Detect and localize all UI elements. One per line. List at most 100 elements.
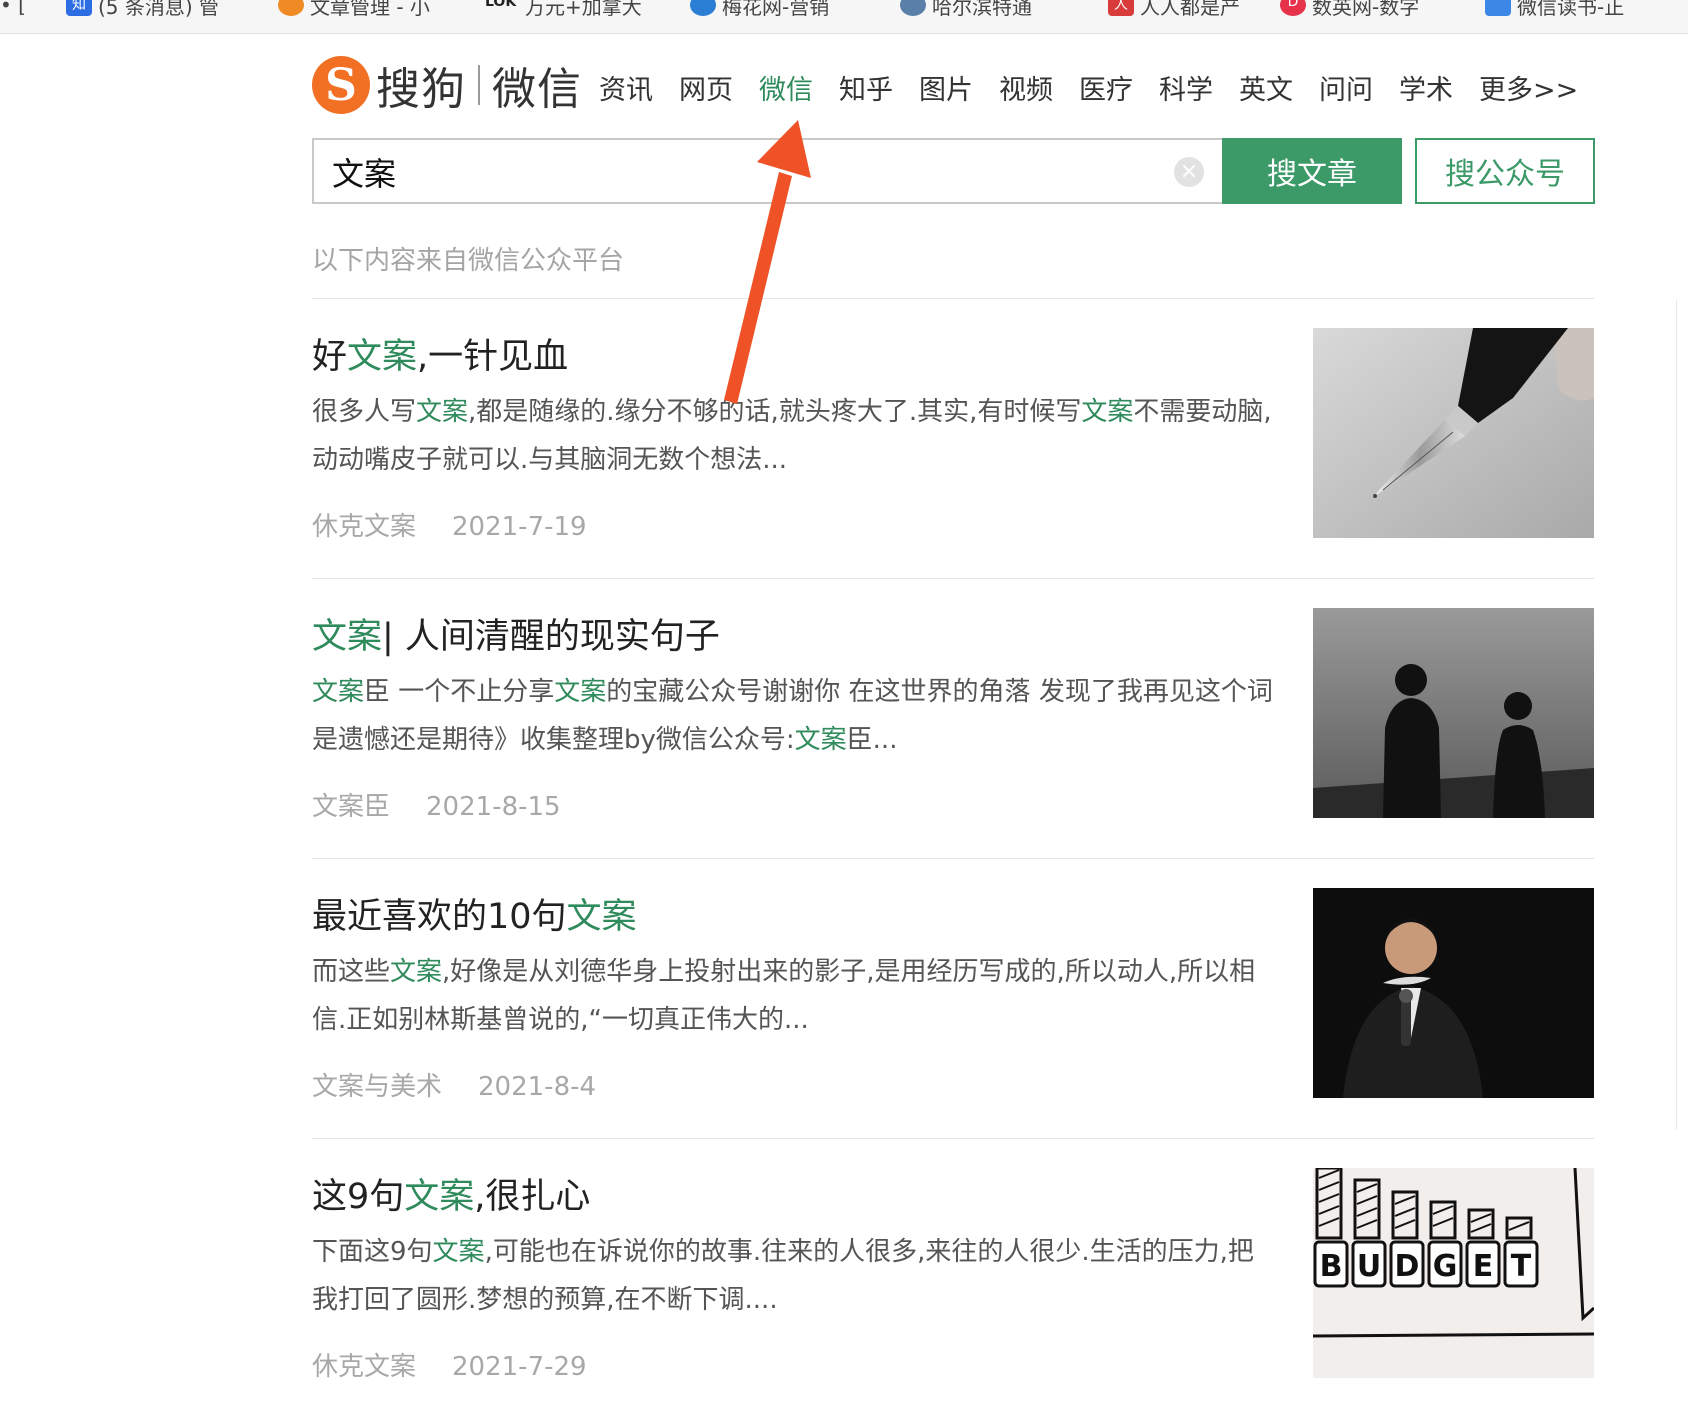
result-date: 2021-7-19	[452, 512, 587, 542]
result-date: 2021-8-15	[426, 792, 561, 822]
result-item: 这9句文案,很扎心 下面这9句文案,可能也在诉说你的故事.往来的人很多,来往的人…	[312, 1138, 1594, 1418]
result-thumbnail-man[interactable]	[1313, 888, 1594, 1098]
keyword-highlight: 文案	[432, 1237, 485, 1267]
result-source[interactable]: 休克文案	[312, 1352, 416, 1382]
keyword-highlight: 文案	[554, 677, 607, 707]
result-title[interactable]: 好文案,一针见血	[312, 328, 568, 379]
keyword-highlight: 文案	[347, 337, 418, 377]
weread-icon	[1485, 0, 1511, 16]
result-date: 2021-8-4	[478, 1072, 597, 1102]
nav-tupian[interactable]: 图片	[919, 68, 973, 107]
text-segment: | 人间清醒的现实句子	[382, 617, 720, 657]
logo-weixin-text: 微信	[492, 64, 582, 115]
meihua-icon	[690, 0, 716, 16]
budget-letter: D	[1395, 1249, 1420, 1284]
wordpress-icon	[900, 0, 926, 16]
nav-zhihu[interactable]: 知乎	[839, 68, 893, 107]
budget-letter: T	[1511, 1249, 1532, 1284]
bookmark-item[interactable]: LOK 万元+加拿大	[485, 0, 642, 20]
result-source[interactable]: 文案与美术	[312, 1072, 442, 1102]
result-meta: 文案臣 2021-8-15	[312, 786, 561, 823]
sogou-logo-icon: S	[312, 56, 370, 114]
bookmark-icon	[278, 0, 304, 16]
result-meta: 休克文案 2021-7-19	[312, 506, 587, 543]
silhouettes-sea-image	[1313, 608, 1594, 818]
nav-shipin[interactable]: 视频	[999, 68, 1053, 107]
text-segment: 下面这9句	[312, 1237, 433, 1267]
logo-sogou-text: 搜狗	[376, 64, 466, 115]
result-thumbnail-budget[interactable]: B U D G E T	[1313, 1168, 1594, 1378]
nav-kexue[interactable]: 科学	[1159, 68, 1213, 107]
bookmark-item[interactable]: 梅花网-营销	[690, 0, 829, 20]
text-segment: 好	[312, 337, 348, 377]
scrollbar-track[interactable]	[1676, 300, 1677, 1130]
nav-yiliao[interactable]: 医疗	[1079, 68, 1133, 107]
source-note: 以下内容来自微信公众平台	[312, 246, 625, 276]
result-snippet: 文案臣 一个不止分享文案的宝藏公众号谢谢你 在这世界的角落 发现了我再见这个词是…	[312, 668, 1277, 764]
budget-letter: B	[1320, 1249, 1343, 1284]
budget-sketch-image: B U D G E T	[1313, 1168, 1594, 1378]
result-date: 2021-7-29	[452, 1352, 587, 1382]
bookmarks-bar: • [ 知 (5 条消息) 管 文章管理 - 小 LOK 万元+加拿大 梅花网-营销…	[0, 0, 1688, 34]
budget-letter: U	[1357, 1249, 1381, 1284]
result-thumbnail-fountain-pen[interactable]	[1313, 328, 1594, 538]
keyword-highlight: 文案	[1081, 397, 1134, 427]
text-segment: ,一针见血	[417, 337, 569, 377]
keyword-highlight: 文案	[390, 957, 443, 987]
result-source[interactable]: 休克文案	[312, 512, 416, 542]
keyword-highlight: 文案	[312, 617, 383, 657]
nav-wangye[interactable]: 网页	[679, 68, 733, 107]
keyword-highlight: 文案	[566, 897, 637, 937]
text-segment: 臣 一个不止分享	[364, 677, 555, 707]
nav-zixun[interactable]: 资讯	[599, 68, 653, 107]
bookmark-item[interactable]: 微信读书-正	[1485, 0, 1624, 20]
result-title[interactable]: 文案| 人间清醒的现实句子	[312, 608, 720, 659]
text-segment: 最近喜欢的10句	[312, 897, 567, 937]
result-item: 好文案,一针见血 很多人写文案,都是随缘的.缘分不够的话,就头疼大了.其实,有时…	[312, 298, 1594, 579]
search-accounts-button[interactable]: 搜公众号	[1415, 138, 1595, 204]
clear-search-icon[interactable]: ×	[1174, 157, 1204, 187]
result-meta: 文案与美术 2021-8-4	[312, 1066, 596, 1103]
text-segment: 而这些	[312, 957, 391, 987]
nav-wenwen[interactable]: 问问	[1319, 68, 1373, 107]
search-input[interactable]	[330, 146, 1154, 198]
search-articles-button[interactable]: 搜文章	[1222, 138, 1402, 204]
search-box	[312, 138, 1222, 204]
text-segment: ,好像是从刘德华身上投射出来的影子,是用经历写成的,所以动人,所以相信.正如别林…	[312, 957, 1256, 1035]
bookmark-item[interactable]: 知 (5 条消息) 管	[66, 0, 219, 20]
bookmark-item[interactable]: 文章管理 - 小	[278, 0, 430, 20]
bookmark-item[interactable]: D 数英网-数字	[1280, 0, 1419, 20]
budget-letter: E	[1473, 1249, 1494, 1284]
bookmark-item[interactable]: 人人人都是产	[1108, 0, 1240, 20]
sogou-weixin-logo[interactable]: S 搜狗 微信	[312, 54, 582, 116]
digitaling-icon: D	[1280, 0, 1306, 16]
nav-xueshu[interactable]: 学术	[1399, 68, 1453, 107]
result-snippet: 下面这9句文案,可能也在诉说你的故事.往来的人很多,来往的人很少.生活的压力,把…	[312, 1228, 1277, 1324]
result-snippet: 很多人写文案,都是随缘的.缘分不够的话,就头疼大了.其实,有时候写文案不需要动脑…	[312, 388, 1277, 484]
result-snippet: 而这些文案,好像是从刘德华身上投射出来的影子,是用经历写成的,所以动人,所以相信…	[312, 948, 1277, 1044]
result-meta: 休克文案 2021-7-29	[312, 1346, 587, 1383]
nav-yingwen[interactable]: 英文	[1239, 68, 1293, 107]
result-title[interactable]: 这9句文案,很扎心	[312, 1168, 590, 1219]
keyword-highlight: 文案	[416, 397, 469, 427]
bookmark-item[interactable]: • [	[0, 0, 26, 20]
result-title[interactable]: 最近喜欢的10句文案	[312, 888, 637, 939]
nav-weixin[interactable]: 微信	[759, 68, 813, 107]
budget-letter: G	[1433, 1249, 1458, 1284]
result-item: 最近喜欢的10句文案 而这些文案,好像是从刘德华身上投射出来的影子,是用经历写成…	[312, 858, 1594, 1139]
fountain-pen-image	[1313, 328, 1594, 538]
zhihu-icon: 知	[66, 0, 92, 16]
text-segment: ,很扎心	[474, 1177, 591, 1217]
vertical-nav: 资讯 网页 微信 知乎 图片 视频 医疗 科学 英文 问问 学术 更多>>	[599, 68, 1604, 107]
result-source[interactable]: 文案臣	[312, 792, 390, 822]
keyword-highlight: 文案	[794, 725, 847, 755]
result-thumbnail-silhouettes[interactable]	[1313, 608, 1594, 818]
keyword-highlight: 文案	[312, 677, 365, 707]
keyword-highlight: 文案	[404, 1177, 475, 1217]
text-segment: 臣...	[846, 725, 898, 755]
bookmark-item[interactable]: 哈尔滨特通	[900, 0, 1032, 20]
text-segment: 很多人写	[312, 397, 417, 427]
result-item: 文案| 人间清醒的现实句子 文案臣 一个不止分享文案的宝藏公众号谢谢你 在这世界…	[312, 578, 1594, 859]
text-segment: 这9句	[312, 1177, 405, 1217]
nav-more[interactable]: 更多>>	[1479, 68, 1578, 107]
